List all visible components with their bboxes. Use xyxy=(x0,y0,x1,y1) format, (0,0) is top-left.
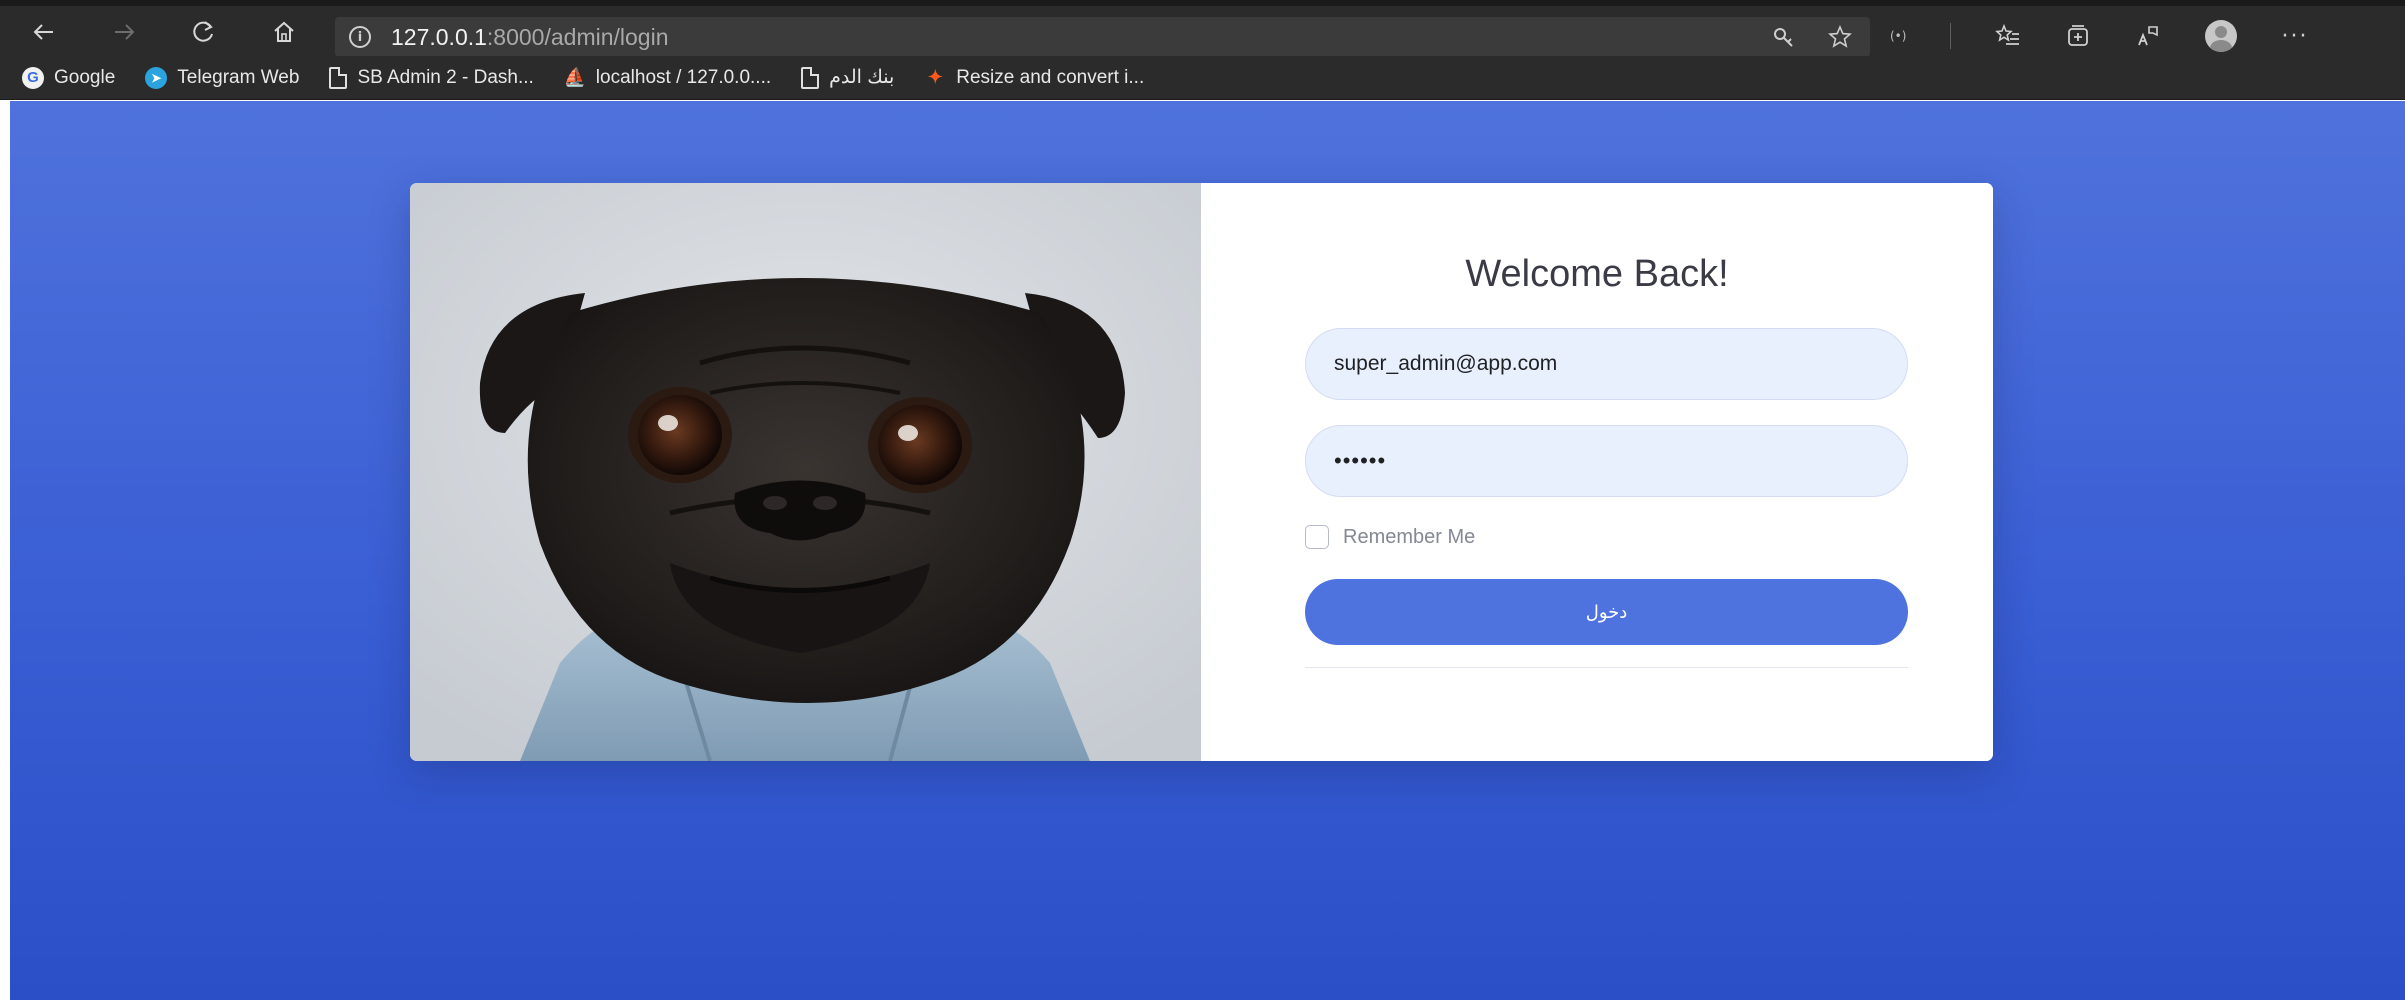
star-icon[interactable] xyxy=(1828,25,1852,49)
sensor-icon[interactable]: (•) xyxy=(1890,29,1906,43)
bookmark-label: Telegram Web xyxy=(177,66,300,88)
address-bar[interactable]: i 127.0.0.1:8000/admin/login xyxy=(335,17,1870,57)
remember-checkbox[interactable] xyxy=(1305,525,1329,549)
remember-me[interactable]: Remember Me xyxy=(1305,525,1475,549)
read-aloud-icon[interactable] xyxy=(2135,23,2161,49)
arrow-right-icon xyxy=(115,24,135,40)
resize-icon: ✦ xyxy=(927,67,943,87)
phpmyadmin-icon: ⛵ xyxy=(563,67,587,87)
dog-illustration xyxy=(410,183,1201,761)
home-button[interactable] xyxy=(258,10,310,54)
remember-label: Remember Me xyxy=(1343,525,1476,548)
browser-toolbar-actions: (•) ··· xyxy=(1890,14,2308,58)
profile-icon[interactable] xyxy=(2205,20,2238,52)
toolbar-separator xyxy=(1950,23,1952,49)
forward-button[interactable] xyxy=(98,10,150,54)
telegram-icon: ➤ xyxy=(145,66,168,89)
page-icon xyxy=(329,66,348,89)
password-field[interactable]: •••••• xyxy=(1305,425,1908,497)
back-button[interactable] xyxy=(18,10,70,54)
bookmark-label: Google xyxy=(54,66,116,88)
bookmark-sb-admin[interactable]: SB Admin 2 - Dash... xyxy=(329,66,534,89)
collections-icon[interactable] xyxy=(2065,23,2091,49)
bookmark-label: localhost / 127.0.0.... xyxy=(595,66,772,88)
bookmark-blood-bank[interactable]: بنك الدم xyxy=(801,66,894,89)
divider xyxy=(1305,667,1908,668)
bookmark-resize[interactable]: ✦ Resize and convert i... xyxy=(924,66,1145,89)
bookmark-phpmyadmin[interactable]: ⛵ localhost / 127.0.0.... xyxy=(563,66,772,89)
browser-toolbar: i 127.0.0.1:8000/admin/login (•) ··· xyxy=(0,0,2405,58)
bookmark-label: SB Admin 2 - Dash... xyxy=(357,66,534,88)
page-background: Welcome Back! super_admin@app.com ••••••… xyxy=(10,101,2405,1000)
refresh-icon xyxy=(193,21,213,42)
url-host: 127.0.0.1 xyxy=(391,23,487,50)
favorites-icon[interactable] xyxy=(1995,23,2021,49)
password-value: •••••• xyxy=(1334,448,1387,473)
bookmarks-bar: G Google ➤ Telegram Web SB Admin 2 - Das… xyxy=(0,56,2405,100)
google-icon: G xyxy=(22,66,44,89)
login-form: Welcome Back! super_admin@app.com ••••••… xyxy=(1201,183,1993,761)
page-icon xyxy=(801,66,820,89)
url-path: :8000/admin/login xyxy=(486,23,669,50)
bookmark-label: Resize and convert i... xyxy=(956,66,1145,88)
login-button[interactable]: دخول xyxy=(1305,579,1908,645)
key-icon[interactable] xyxy=(1772,25,1796,49)
bookmark-telegram[interactable]: ➤ Telegram Web xyxy=(145,66,300,89)
bookmark-label: بنك الدم xyxy=(829,67,895,88)
email-field[interactable]: super_admin@app.com xyxy=(1305,328,1908,400)
home-icon xyxy=(274,21,294,42)
refresh-button[interactable] xyxy=(178,10,230,54)
page-title: Welcome Back! xyxy=(1465,253,1729,295)
info-icon[interactable]: i xyxy=(349,26,371,48)
more-icon[interactable]: ··· xyxy=(2281,24,2308,49)
login-button-label: دخول xyxy=(1585,601,1628,623)
arrow-left-icon xyxy=(33,24,53,40)
pug-dog-photo xyxy=(410,183,1201,761)
login-card: Welcome Back! super_admin@app.com ••••••… xyxy=(410,183,1993,761)
email-value: super_admin@app.com xyxy=(1334,352,1558,375)
bookmark-google[interactable]: G Google xyxy=(22,66,116,89)
